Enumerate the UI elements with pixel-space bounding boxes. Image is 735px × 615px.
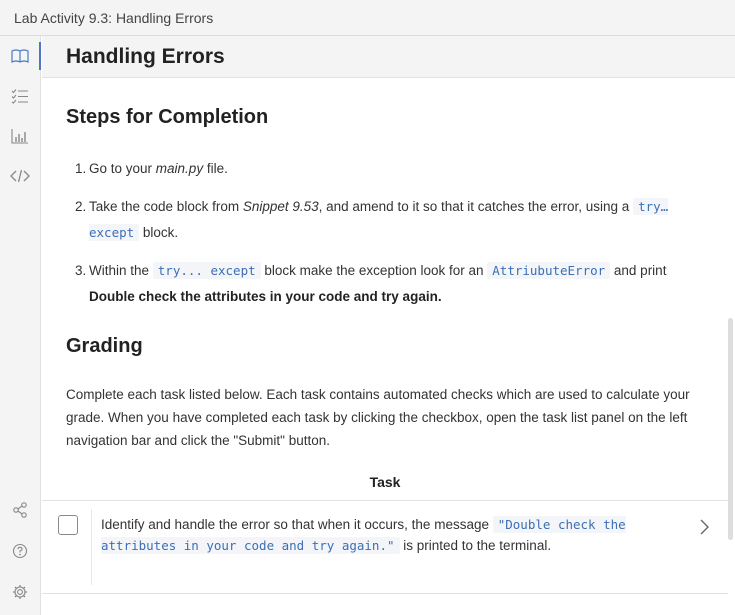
bar-chart-icon[interactable] bbox=[10, 126, 30, 146]
main-content: Steps for Completion 1. Go to your main.… bbox=[42, 78, 735, 615]
list-item: 3. Within the try... except block make t… bbox=[75, 262, 667, 304]
page-title: Handling Errors bbox=[66, 45, 225, 68]
settings-icon[interactable] bbox=[10, 582, 30, 602]
task-column-header: Task bbox=[369, 474, 401, 490]
list-item: 1. Go to your main.py file. bbox=[75, 161, 228, 176]
task-description: Identify and handle the error so that wh… bbox=[101, 516, 626, 554]
steps-list: 1. Go to your main.py file. 2. Take the … bbox=[75, 156, 705, 322]
divider bbox=[91, 509, 92, 585]
task-row[interactable]: Identify and handle the error so that wh… bbox=[42, 500, 728, 594]
grading-text: Complete each task listed below. Each ta… bbox=[66, 387, 690, 448]
bold-message: Double check the attributes in your code… bbox=[89, 289, 442, 304]
active-indicator bbox=[39, 42, 41, 70]
chevron-right-icon[interactable] bbox=[698, 517, 712, 537]
snippet-ref: Snippet 9.53 bbox=[242, 199, 319, 214]
task-checkbox[interactable] bbox=[58, 515, 78, 535]
grading-heading: Grading bbox=[66, 335, 143, 357]
list-item: 2. Take the code block from Snippet 9.53… bbox=[75, 198, 669, 241]
help-icon[interactable] bbox=[10, 541, 30, 561]
inline-code: try... except bbox=[152, 262, 261, 279]
code-icon[interactable] bbox=[10, 166, 30, 186]
share-icon[interactable] bbox=[10, 500, 30, 520]
steps-heading: Steps for Completion bbox=[66, 106, 269, 128]
book-icon[interactable] bbox=[10, 46, 30, 66]
inline-code: AttriubuteError bbox=[487, 262, 611, 279]
page-header: Handling Errors bbox=[42, 36, 735, 78]
window-title: Lab Activity 9.3: Handling Errors bbox=[0, 0, 735, 36]
checklist-icon[interactable] bbox=[10, 86, 30, 106]
left-nav-bar bbox=[0, 36, 41, 615]
file-name: main.py bbox=[155, 161, 204, 176]
